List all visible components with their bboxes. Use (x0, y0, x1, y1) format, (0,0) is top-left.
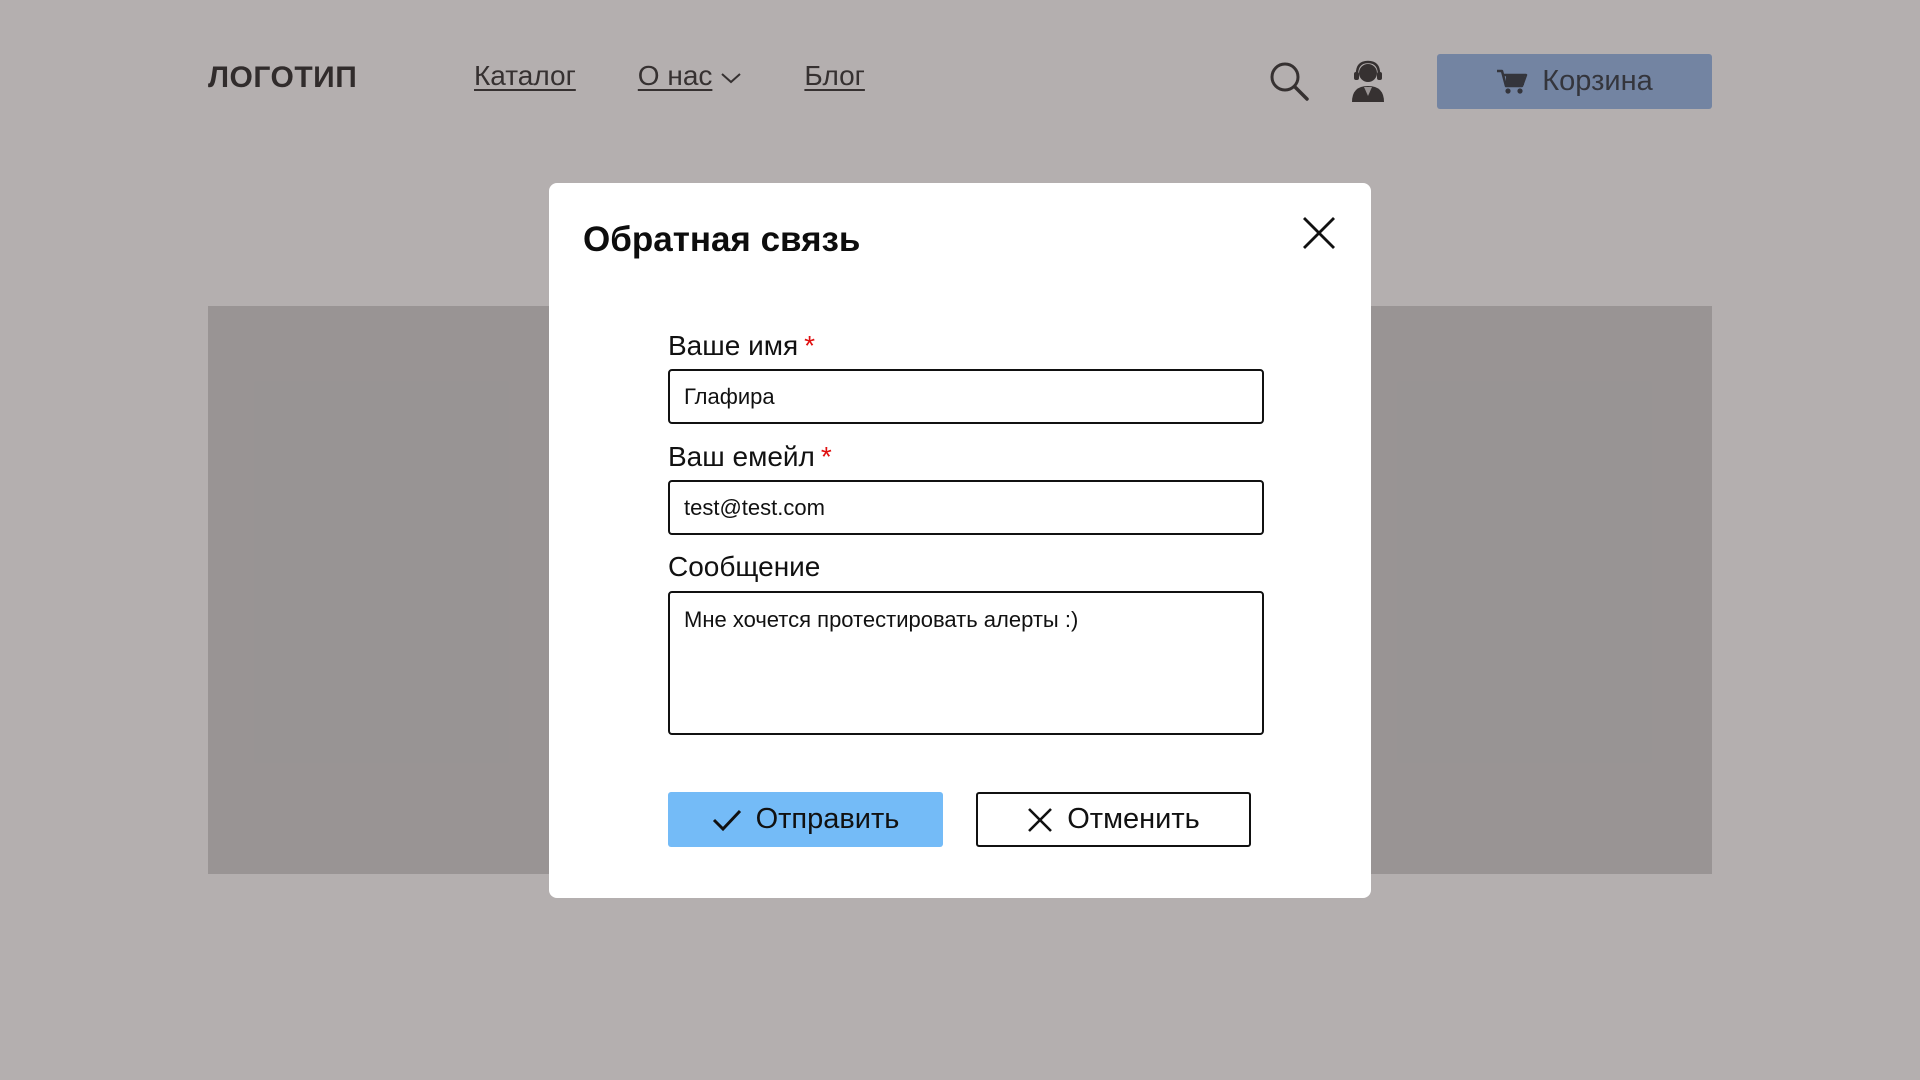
message-label-text: Сообщение (668, 551, 821, 582)
email-label-text: Ваш емейл (668, 441, 815, 472)
email-input[interactable] (668, 480, 1264, 535)
name-input[interactable] (668, 369, 1264, 424)
required-marker: * (820, 441, 832, 472)
cancel-button[interactable]: Отменить (976, 792, 1251, 847)
submit-button-label: Отправить (755, 803, 900, 835)
name-label-text: Ваше имя (668, 330, 799, 361)
close-icon[interactable] (1301, 215, 1337, 251)
check-icon (712, 808, 742, 832)
name-field-label: Ваше имя * (668, 329, 815, 363)
required-marker: * (804, 330, 816, 361)
submit-button[interactable]: Отправить (668, 792, 943, 847)
message-textarea[interactable]: Мне хочется протестировать алерты :) (668, 591, 1264, 735)
page: ЛОГОТИП Каталог О нас Блог Корзина Обрат… (0, 0, 1920, 1080)
feedback-modal: Обратная связь Ваше имя* Ваш емейл* Сооб… (549, 183, 1371, 898)
cancel-button-label: Отменить (1067, 803, 1200, 835)
close-icon (1027, 807, 1053, 833)
message-field-label: Сообщение (668, 550, 820, 584)
email-field-label: Ваш емейл * (668, 440, 832, 474)
modal-title: Обратная связь (583, 220, 861, 259)
